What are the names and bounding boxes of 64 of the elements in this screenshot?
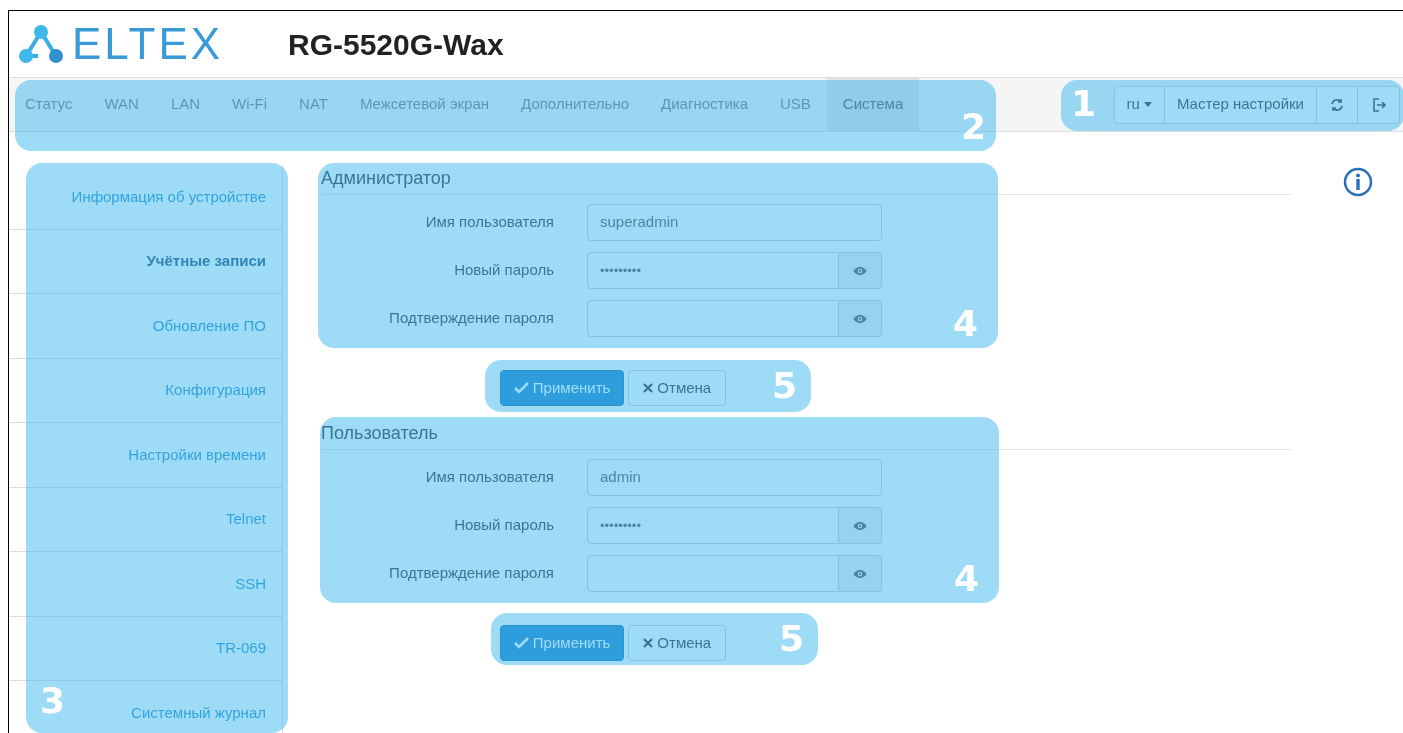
eye-icon [853,313,867,324]
password-field[interactable]: ••••••••• [587,252,839,289]
field-label: Новый пароль [453,260,554,281]
show-password-button[interactable] [839,252,882,289]
password-field[interactable]: ••••••••• [587,507,839,544]
show-password-button[interactable] [839,555,882,592]
nav-tab[interactable]: Дополнительно [505,78,646,131]
caret-icon [1143,102,1152,107]
nav-tab[interactable]: Диагностика [645,78,764,131]
nav-tab[interactable]: Статус [9,78,89,131]
setup-wizard-button[interactable]: Мастер настройки [1164,86,1317,123]
section-title: Пользователь [321,420,1291,450]
sidebar-item[interactable]: Настройки времени [9,423,282,488]
show-password-button[interactable] [839,507,882,544]
close-icon [643,638,654,648]
device-model-title: RG-5520G-Wax [288,26,504,63]
callout-number: 4 [952,302,978,346]
callout-number: 2 [960,105,986,149]
field-label: Новый пароль [453,515,554,536]
sidebar-item[interactable]: Telnet [9,487,282,552]
callout-number: 5 [778,617,804,661]
nav-tab[interactable]: Система [826,78,920,131]
callout-number: 5 [771,364,797,408]
input-field[interactable]: admin [587,459,882,496]
sidebar-item[interactable]: Информация об устройстве [9,165,282,230]
field-label: Имя пользователя [424,467,554,488]
password-field[interactable] [587,300,839,337]
field-label: Подтверждение пароля [388,308,554,329]
sidebar-item[interactable]: Обновление ПО [9,294,282,359]
field-label: Имя пользователя [424,212,554,233]
nav-tab[interactable]: USB [764,78,827,131]
apply-button[interactable]: Применить [499,625,625,661]
sidebar-item[interactable]: TR-069 [9,616,282,681]
callout-number: 1 [1071,82,1097,126]
language-dropdown[interactable]: ru [1114,86,1165,123]
apply-button[interactable]: Применить [499,370,625,406]
cancel-button[interactable]: Отмена [628,370,727,406]
eye-icon [853,568,867,579]
sidebar-item[interactable]: Конфигурация [9,358,282,423]
close-icon [643,383,654,393]
nav-tab[interactable]: Межсетевой экран [343,78,506,131]
nav-tab[interactable]: WAN [88,78,155,131]
sidebar-item[interactable]: SSH [9,552,282,617]
eye-icon [853,520,867,531]
field-label: Подтверждение пароля [388,563,554,584]
logo-icon [18,24,64,64]
cancel-button[interactable]: Отмена [628,625,727,661]
logout-icon [1371,97,1386,112]
section-title: Администратор [321,165,1291,195]
check-icon [513,382,529,394]
info-icon[interactable] [1343,167,1373,197]
callout-number: 3 [40,679,66,723]
check-icon [513,637,529,649]
show-password-button[interactable] [839,300,882,337]
refresh-icon [1330,97,1344,112]
eye-icon [853,265,867,276]
sidebar-item[interactable]: Учётные записи [9,229,282,294]
input-field[interactable]: superadmin [587,204,882,241]
callout-number: 4 [953,557,979,601]
nav-tab[interactable]: NAT [283,78,344,131]
nav-tab[interactable]: LAN [154,78,217,131]
logo-text: ELTEX [72,22,224,66]
password-field[interactable] [587,555,839,592]
nav-tab[interactable]: Wi-Fi [216,78,284,131]
